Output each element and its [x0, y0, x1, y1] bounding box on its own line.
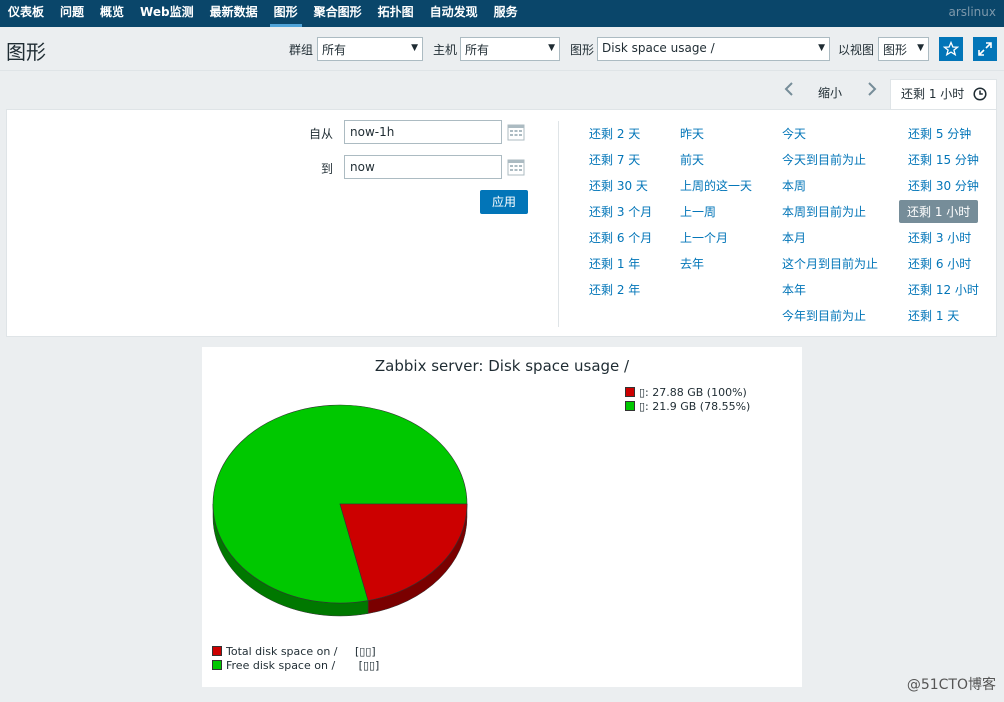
quick-time-link[interactable]: 还剩 3 个月 — [589, 203, 652, 220]
time-period-tab[interactable]: 还剩 1 小时 — [890, 79, 997, 110]
quick-time-link[interactable]: 上周的这一天 — [680, 177, 752, 194]
quick-time-link[interactable]: 本年 — [782, 281, 806, 298]
nav-item[interactable]: 拓扑图 — [370, 0, 422, 27]
panel-divider — [558, 121, 559, 327]
legend-bottom-item: Total disk space on / [▯▯] — [212, 645, 376, 658]
quick-time-link[interactable]: 还剩 7 天 — [589, 151, 640, 168]
quick-time-link[interactable]: 本周到目前为止 — [782, 203, 866, 220]
nav-item[interactable]: 最新数据 — [202, 0, 266, 27]
quick-time-link[interactable]: 今年到目前为止 — [782, 307, 866, 324]
nav-item[interactable]: 聚合图形 — [306, 0, 370, 27]
quick-time-link[interactable]: 还剩 1 年 — [589, 255, 640, 272]
graph-label: 图形 — [570, 43, 595, 57]
fullscreen-button[interactable] — [973, 37, 997, 61]
view-select-value: 图形 — [883, 43, 908, 57]
calendar-icon[interactable] — [507, 123, 525, 141]
user-name[interactable]: arslinux — [948, 0, 996, 24]
chevron-right-icon[interactable] — [866, 81, 878, 102]
favorite-button[interactable] — [939, 37, 963, 61]
legend-bottom-name: Free disk space on / — [226, 659, 336, 672]
quick-time-link[interactable]: 还剩 2 天 — [589, 125, 640, 142]
dropdown-arrow-icon: ▼ — [818, 43, 825, 53]
top-nav: 仪表板 问题 概览 Web监测 最新数据 图形 聚合图形 拓扑图 自动发现 服务 arslinux — [0, 0, 1004, 27]
quick-time-link[interactable]: 今天 — [782, 125, 806, 142]
pie-chart — [212, 404, 468, 617]
legend-bottom-item: Free disk space on / [▯▯] — [212, 659, 379, 672]
quick-time-link[interactable]: 还剩 2 年 — [589, 281, 640, 298]
nav-item[interactable]: 仪表板 — [0, 0, 52, 27]
quick-time-link[interactable]: 还剩 30 天 — [589, 177, 648, 194]
time-period-tab-label: 还剩 1 小时 — [901, 87, 965, 101]
zoom-out-button[interactable]: 缩小 — [818, 84, 842, 101]
quick-time-link[interactable]: 昨天 — [680, 125, 704, 142]
view-select[interactable]: 图形 ▼ — [878, 37, 929, 61]
quick-time-link[interactable]: 上一个月 — [680, 229, 728, 246]
nav-item[interactable]: 问题 — [52, 0, 92, 27]
nav-item[interactable]: 服务 — [486, 0, 526, 27]
nav-item[interactable]: 概览 — [92, 0, 132, 27]
legend-bottom-note: [▯▯] — [358, 659, 380, 672]
quick-time-link[interactable]: 还剩 6 小时 — [908, 255, 971, 272]
legend-swatch — [212, 660, 222, 670]
group-label: 群组 — [289, 43, 314, 57]
graph-container: Zabbix server: Disk space usage / ▯: 27.… — [202, 347, 802, 687]
dropdown-arrow-icon: ▼ — [548, 43, 555, 53]
host-select[interactable]: 所有 ▼ — [460, 37, 560, 61]
quick-time-link[interactable]: 本月 — [782, 229, 806, 246]
group-select[interactable]: 所有 ▼ — [317, 37, 423, 61]
chevron-left-icon[interactable] — [783, 81, 795, 102]
dropdown-arrow-icon: ▼ — [917, 43, 924, 53]
quick-time-link[interactable]: 还剩 5 分钟 — [908, 125, 971, 142]
quick-time-link[interactable]: 今天到目前为止 — [782, 151, 866, 168]
quick-time-link[interactable]: 本周 — [782, 177, 806, 194]
quick-time-link[interactable]: 还剩 12 小时 — [908, 281, 979, 298]
legend-bottom-note: [▯▯] — [355, 645, 376, 658]
host-label: 主机 — [433, 43, 458, 57]
group-select-value: 所有 — [322, 43, 347, 57]
apply-button[interactable]: 应用 — [480, 190, 528, 214]
fullscreen-icon — [978, 42, 992, 56]
quick-time-link[interactable]: 还剩 1 天 — [908, 307, 959, 324]
to-label: 到 — [321, 162, 334, 176]
nav-item[interactable]: 自动发现 — [422, 0, 486, 27]
quick-time-link[interactable]: 这个月到目前为止 — [782, 255, 878, 272]
quick-time-link[interactable]: 前天 — [680, 151, 704, 168]
quick-time-link[interactable]: 去年 — [680, 255, 704, 272]
legend-swatch — [212, 646, 222, 656]
header-divider — [0, 70, 1004, 71]
quick-time-link[interactable]: 上一周 — [680, 203, 716, 220]
clock-icon — [973, 87, 987, 101]
dropdown-arrow-icon: ▼ — [411, 43, 418, 53]
watermark: @51CTO博客 — [906, 677, 996, 693]
from-input[interactable]: now-1h — [344, 120, 502, 144]
legend-bottom-name: Total disk space on / — [226, 645, 338, 658]
to-input[interactable]: now — [344, 155, 502, 179]
graph-select[interactable]: Disk space usage / ▼ — [597, 37, 830, 61]
quick-time-link[interactable]: 还剩 6 个月 — [589, 229, 652, 246]
quick-time-link[interactable]: 还剩 3 小时 — [908, 229, 971, 246]
host-select-value: 所有 — [465, 43, 490, 57]
star-icon — [943, 41, 959, 57]
quick-time-link[interactable]: 还剩 30 分钟 — [908, 177, 979, 194]
from-label: 自从 — [309, 127, 334, 141]
calendar-icon[interactable] — [507, 158, 525, 176]
page-title: 图形 — [6, 40, 46, 64]
graph-select-value: Disk space usage / — [602, 41, 715, 55]
nav-item[interactable]: 图形 — [266, 0, 306, 27]
view-label: 以视图 — [838, 43, 875, 57]
page-header: 图形 群组 所有 ▼ 主机 所有 ▼ 图形 Disk space usage /… — [0, 27, 1004, 71]
quick-time-link[interactable]: 还剩 15 分钟 — [908, 151, 979, 168]
quick-time-link[interactable]: 还剩 1 小时 — [899, 200, 979, 223]
nav-item[interactable]: Web监测 — [132, 0, 202, 27]
